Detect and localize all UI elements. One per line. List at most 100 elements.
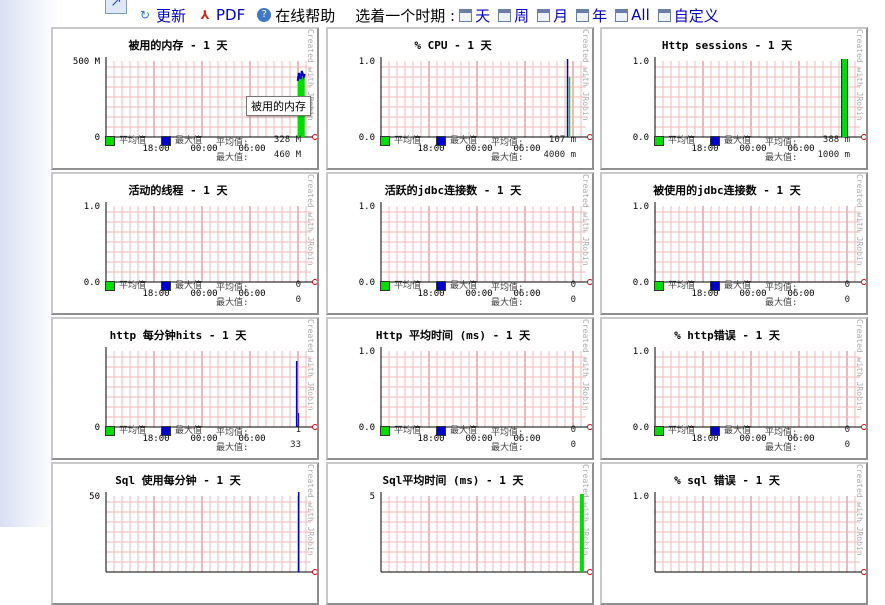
chart-panel[interactable]: http 每分钟hits - 1 天 Created with JRobin 0 18… — [51, 317, 319, 460]
max-swatch — [161, 425, 171, 436]
calendar-icon — [615, 8, 629, 22]
y-tick-label: 0 — [95, 423, 100, 433]
legend-max: 最大值 — [710, 423, 751, 436]
help-icon: ? — [257, 8, 272, 22]
legend-avg: 平均值 — [380, 133, 421, 146]
period-custom-label: 自定义 — [673, 6, 719, 25]
chart-panel[interactable]: % CPU - 1 天 Created with JRobin 1.0 0.0 18:0… — [326, 27, 594, 170]
avg-swatch — [654, 280, 664, 291]
stat-avg-value: 388 m — [822, 135, 850, 145]
max-swatch — [436, 425, 446, 436]
legend-avg-label: 平均值 — [119, 426, 147, 436]
app-logo-icon[interactable]: ↗ — [105, 0, 127, 14]
legend-avg-label: 平均值 — [668, 426, 696, 436]
legend-max: 最大值 — [161, 423, 202, 436]
legend-max: 最大值 — [161, 133, 202, 146]
legend-max-label: 最大值 — [724, 281, 752, 291]
avg-swatch — [105, 425, 115, 436]
y-tick-label: 1.0 — [633, 347, 649, 357]
y-tick-label: 1.0 — [633, 202, 649, 212]
axis-arrow — [861, 134, 866, 140]
max-swatch — [710, 135, 720, 146]
refresh-label: 更新 — [156, 6, 187, 25]
chart-panel[interactable]: 活动的线程 - 1 天 Created with JRobin 1.0 0.0 18:0… — [51, 172, 319, 315]
stat-avg-value: 0 — [295, 280, 301, 290]
chart-panel[interactable]: Http sessions - 1 天 Created with JRobin 1.… — [600, 27, 868, 170]
legend-avg-label: 平均值 — [668, 136, 696, 146]
chart-panel[interactable]: % http错误 - 1 天 Created with JRobin 1.0 0.0 1… — [600, 317, 868, 460]
avg-swatch — [380, 135, 390, 146]
stat-avg-value: 0 — [844, 425, 850, 435]
period-week-button[interactable]: 周 — [498, 5, 529, 26]
legend-avg-label: 平均值 — [394, 136, 422, 146]
legend-avg: 平均值 — [654, 278, 695, 291]
calendar-icon — [498, 8, 512, 22]
axis-arrow — [861, 279, 866, 285]
avg-swatch — [380, 280, 390, 291]
stat-max-value: 4000 m — [543, 150, 576, 160]
chart-plot: 50 — [89, 492, 317, 575]
pdf-icon: ⅄ — [200, 8, 210, 22]
y-tick-label: 1.0 — [633, 57, 649, 67]
stat-max-value: 0 — [295, 295, 301, 305]
legend-avg: 平均值 — [380, 278, 421, 291]
help-label: 在线帮助 — [275, 6, 336, 25]
period-year-button[interactable]: 年 — [576, 5, 607, 26]
legend-max: 最大值 — [710, 278, 751, 291]
period-all-label: All — [631, 6, 650, 24]
chart-panel[interactable]: % sql 错误 - 1 天 Created with JRobin 1.0 — [600, 462, 868, 605]
legend-max: 最大值 — [436, 133, 477, 146]
period-all-button[interactable]: All — [615, 6, 650, 24]
chart-plot: 1.00.018:00 00:00 06:00 — [359, 202, 592, 299]
legend-max: 最大值 — [710, 133, 751, 146]
stat-avg-value: 0 — [570, 280, 576, 290]
pdf-button[interactable]: ⅄ PDF — [198, 6, 245, 24]
max-swatch — [436, 135, 446, 146]
legend-avg: 平均值 — [380, 423, 421, 436]
max-swatch — [161, 135, 171, 146]
chart-plot: 1.00.018:00 00:00 06:00 — [84, 202, 317, 299]
axis-arrow — [587, 424, 592, 430]
y-tick-label: 1.0 — [84, 202, 100, 212]
period-week-label: 周 — [514, 6, 530, 25]
axis-arrow — [587, 279, 592, 285]
axis-arrow — [312, 279, 317, 285]
legend-avg-label: 平均值 — [668, 281, 696, 291]
stat-avg-value: 107 m — [548, 135, 576, 145]
chart-plot: 1.00.018:00 00:00 06:00 — [633, 57, 866, 154]
chart-panel[interactable]: 被使用的jdbc连接数 - 1 天 Created with JRobin 1.0 0… — [600, 172, 868, 315]
axis-arrow — [587, 134, 592, 140]
avg-swatch — [105, 280, 115, 291]
chart-panel[interactable]: Sql平均时间 (ms) - 1 天 Created with JRobin 5 — [326, 462, 594, 605]
chart-plot: 1.00.018:00 00:00 06:00 — [359, 347, 592, 444]
legend-max-label: 最大值 — [724, 136, 752, 146]
help-button[interactable]: ? 在线帮助 — [257, 5, 335, 26]
chart-panel[interactable]: Http 平均时间 (ms) - 1 天 Created with JRobin 1… — [326, 317, 594, 460]
y-tick-label: 0.0 — [359, 423, 375, 433]
max-swatch — [710, 280, 720, 291]
legend-max: 最大值 — [436, 278, 477, 291]
legend-avg-label: 平均值 — [394, 426, 422, 436]
period-label: 选着一个时期 : — [355, 6, 456, 25]
legend-max-label: 最大值 — [450, 426, 478, 436]
calendar-icon — [657, 8, 671, 22]
legend-max-label: 最大值 — [175, 281, 203, 291]
stat-max-value: 460 M — [273, 150, 301, 160]
avg-series-bar — [841, 59, 848, 137]
legend-avg: 平均值 — [105, 423, 146, 436]
period-day-button[interactable]: 天 — [459, 5, 490, 26]
avg-swatch — [654, 425, 664, 436]
legend-avg-label: 平均值 — [119, 136, 147, 146]
avg-series-bar — [579, 494, 584, 572]
axis-arrow — [861, 424, 866, 430]
chart-plot: 1.00.018:00 00:00 06:00 — [633, 347, 866, 444]
refresh-button[interactable]: ↻ 更新 — [138, 5, 186, 26]
period-month-label: 月 — [553, 6, 569, 25]
chart-panel[interactable]: Sql 使用每分钟 - 1 天 Created with JRobin 50 — [51, 462, 319, 605]
stat-avg-value: 0 — [570, 425, 576, 435]
chart-panel[interactable]: 活跃的jdbc连接数 - 1 天 Created with JRobin 1.0 0.… — [326, 172, 594, 315]
stat-max-value: 0 — [844, 295, 850, 305]
period-month-button[interactable]: 月 — [537, 5, 568, 26]
period-custom-button[interactable]: 自定义 — [657, 5, 719, 26]
legend-avg: 平均值 — [654, 423, 695, 436]
